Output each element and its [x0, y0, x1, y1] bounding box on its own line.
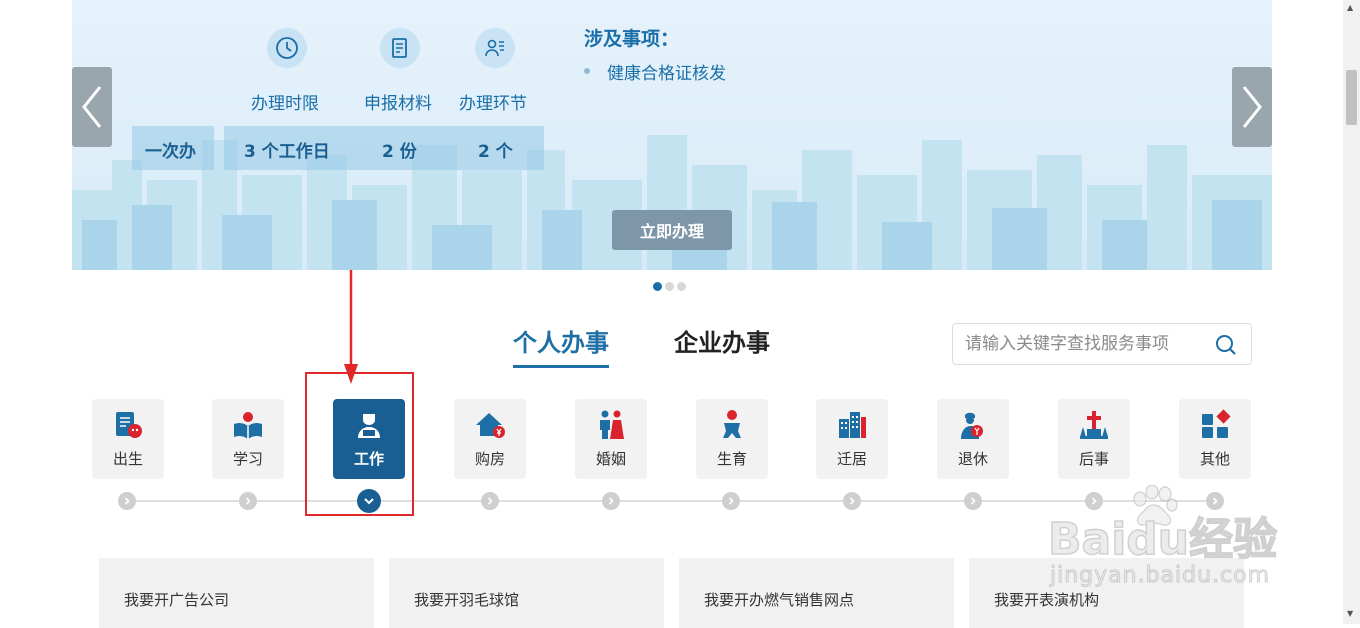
tab-enterprise[interactable]: 企业办事: [674, 323, 770, 358]
steps-icon: [475, 28, 515, 68]
apply-now-button[interactable]: 立即办理: [612, 210, 732, 250]
category-label: 后事: [1078, 450, 1109, 468]
stat-value-steps: 2 个: [478, 142, 513, 162]
other-icon: [1198, 408, 1232, 442]
service-banner: 办理时限 申报材料 办理环节 一次办 3 个工作日 2 份 2 个 涉及事项： …: [72, 0, 1272, 270]
clock-icon: [267, 28, 307, 68]
chevron-left-icon: [82, 86, 102, 128]
service-card[interactable]: 我要开广告公司: [99, 558, 374, 628]
annotation-arrow-icon: [344, 270, 358, 384]
timeline-node[interactable]: [722, 492, 740, 510]
carousel-next-button[interactable]: [1232, 67, 1272, 147]
category-label: 学习: [232, 450, 263, 468]
scroll-up-icon[interactable]: ▲: [1347, 3, 1353, 12]
timeline-node[interactable]: [239, 492, 257, 510]
chevron-right-icon: [970, 497, 976, 505]
chevron-right-icon: [124, 497, 130, 505]
category-label: 其他: [1199, 450, 1230, 468]
timeline-node[interactable]: [118, 492, 136, 510]
stat-label-materials: 申报材料: [364, 94, 432, 114]
carousel-prev-button[interactable]: [72, 67, 112, 147]
chevron-right-icon: [728, 497, 734, 505]
category-house[interactable]: 购房: [454, 399, 526, 479]
watermark-main: Baidu经验: [1047, 513, 1278, 566]
carousel-dot-2[interactable]: [665, 282, 674, 291]
timeline-node[interactable]: [602, 492, 620, 510]
category-label: 生育: [716, 450, 747, 468]
category-label: 退休: [957, 450, 988, 468]
timeline-node[interactable]: [843, 492, 861, 510]
category-study[interactable]: 学习: [212, 399, 284, 479]
tab-personal[interactable]: 个人办事: [513, 323, 609, 358]
search-icon[interactable]: [1215, 334, 1237, 356]
stat-label-time: 办理时限: [251, 94, 319, 114]
watermark-sub: jingyan.baidu.com: [1049, 563, 1271, 589]
search-box: [952, 323, 1252, 365]
once-badge: 一次办: [145, 142, 196, 162]
service-card[interactable]: 我要开羽毛球馆: [389, 558, 664, 628]
carousel-indicator: [653, 282, 686, 291]
category-birth[interactable]: 出生: [92, 399, 164, 479]
annotation-highlight-box: [305, 372, 414, 516]
category-label: 出生: [112, 450, 143, 468]
involve-title: 涉及事项：: [584, 28, 680, 50]
category-funeral[interactable]: 后事: [1058, 399, 1130, 479]
chevron-right-icon: [1242, 86, 1262, 128]
service-card[interactable]: 我要开办燃气销售网点: [679, 558, 954, 628]
service-card-label: 我要开广告公司: [124, 591, 230, 609]
stat-label-steps: 办理环节: [459, 94, 527, 114]
active-tab-underline: [513, 365, 609, 368]
birth-icon: [111, 408, 145, 442]
study-icon: [231, 408, 265, 442]
service-card-label: 我要开羽毛球馆: [414, 591, 520, 609]
category-retire[interactable]: 退休: [937, 399, 1009, 479]
baidu-watermark: Baidu经验 jingyan.baidu.com: [1040, 485, 1300, 595]
category-relocate[interactable]: 迁居: [816, 399, 888, 479]
chevron-right-icon: [245, 497, 251, 505]
carousel-dot-1[interactable]: [653, 282, 662, 291]
stat-value-materials: 2 份: [382, 142, 417, 162]
scroll-down-icon[interactable]: ▼: [1347, 609, 1353, 618]
service-card-label: 我要开办燃气销售网点: [704, 591, 855, 609]
baby-icon: [715, 408, 749, 442]
carousel-dot-3[interactable]: [677, 282, 686, 291]
document-icon: [380, 28, 420, 68]
category-label: 迁居: [836, 450, 867, 468]
stat-value-time: 3 个工作日: [244, 142, 330, 162]
timeline-node[interactable]: [481, 492, 499, 510]
timeline-node[interactable]: [964, 492, 982, 510]
scroll-thumb[interactable]: [1346, 70, 1357, 125]
funeral-icon: [1077, 408, 1111, 442]
retire-icon: [956, 408, 990, 442]
page-scrollbar[interactable]: ▲ ▼: [1343, 0, 1360, 624]
marriage-icon: [594, 408, 628, 442]
involve-item[interactable]: 健康合格证核发: [584, 59, 726, 84]
chevron-right-icon: [849, 497, 855, 505]
category-label: 购房: [474, 450, 505, 468]
search-input[interactable]: [965, 332, 1205, 356]
category-marriage[interactable]: 婚姻: [575, 399, 647, 479]
category-baby[interactable]: 生育: [696, 399, 768, 479]
chevron-right-icon: [487, 497, 493, 505]
category-other[interactable]: 其他: [1179, 399, 1251, 479]
house-icon: [473, 408, 507, 442]
chevron-right-icon: [608, 497, 614, 505]
relocate-icon: [835, 408, 869, 442]
category-label: 婚姻: [595, 450, 626, 468]
